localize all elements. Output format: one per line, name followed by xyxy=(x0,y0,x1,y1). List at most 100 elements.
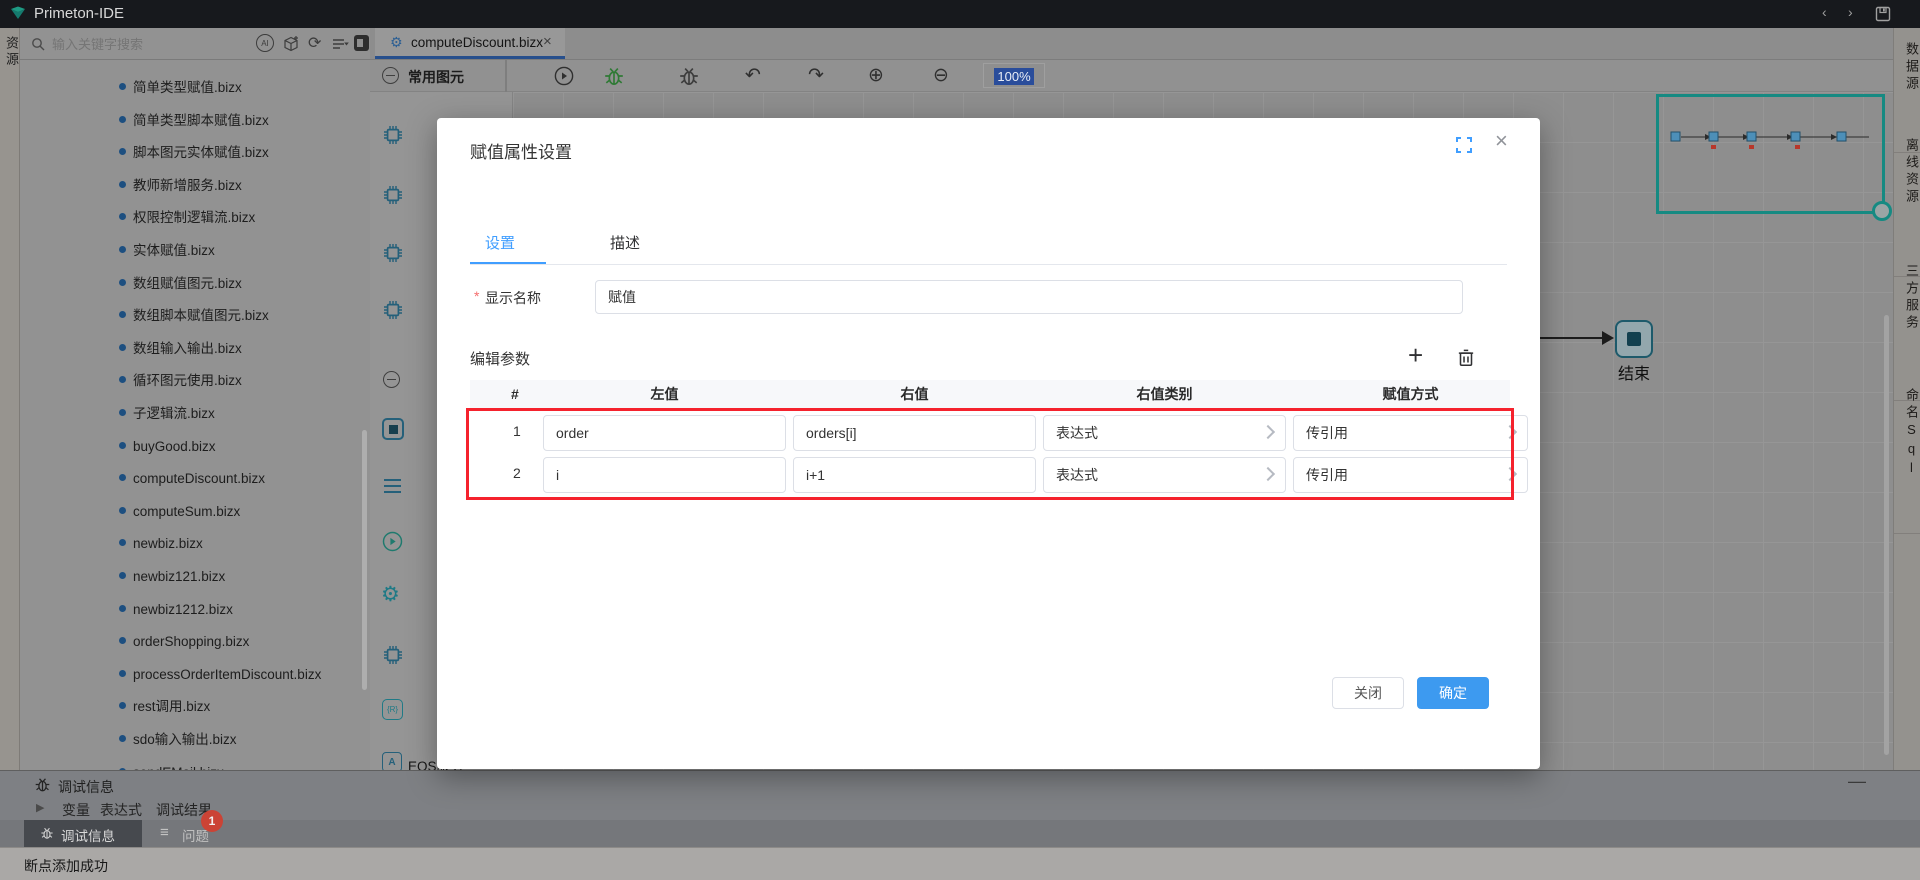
search-input[interactable] xyxy=(50,32,240,56)
nav-back-icon[interactable]: ‹ xyxy=(1822,4,1827,20)
file-bullet-icon xyxy=(119,376,126,384)
file-list-item[interactable]: 实体赋值.bizx xyxy=(20,238,370,264)
right-value-input[interactable] xyxy=(793,457,1036,493)
assignment-properties-dialog: 赋值属性设置 × 设置 描述 * 显示名称 编辑参数 + # 左值 右值 右值类… xyxy=(437,118,1540,769)
file-list-item[interactable]: 简单类型脚本赋值.bizx xyxy=(20,108,370,134)
left-value-input[interactable] xyxy=(543,457,786,493)
file-name: newbiz1212.bizx xyxy=(133,601,233,617)
fullscreen-icon[interactable] xyxy=(1455,136,1473,154)
eos-service-icon[interactable]: A xyxy=(382,752,402,772)
assign-mode-value: 传引用 xyxy=(1306,467,1348,483)
debug-play-icon[interactable]: ▶ xyxy=(36,801,44,814)
file-list-item[interactable]: newbiz.bizx xyxy=(20,531,370,557)
palette-end-element-icon[interactable] xyxy=(382,418,404,440)
file-list-item[interactable]: rest调用.bizx xyxy=(20,694,370,720)
activity-item-resources[interactable]: 资源 xyxy=(2,36,21,68)
file-list-item[interactable]: processOrderItemDiscount.bizx xyxy=(20,662,370,688)
end-node-glyph xyxy=(1627,332,1641,346)
dialog-tab-settings[interactable]: 设置 xyxy=(485,232,515,253)
notification-badge: 1 xyxy=(201,810,223,832)
palette-rest-element-icon[interactable]: {R} xyxy=(382,699,403,720)
file-list-item[interactable]: buyGood.bizx xyxy=(20,434,370,460)
rail-item-thirdparty-services[interactable]: 三方服务 xyxy=(1894,264,1920,332)
file-list-item[interactable]: 数组赋值图元.bizx xyxy=(20,271,370,297)
palette-lines-element-icon[interactable] xyxy=(382,476,404,498)
palette-gear-element-icon[interactable]: ⚙ xyxy=(381,582,400,607)
file-list-item[interactable]: computeSum.bizx xyxy=(20,499,370,525)
zoom-out-icon[interactable]: ⊖ xyxy=(933,60,949,92)
debug-panel-title: 调试信息 xyxy=(58,779,114,795)
selection-resize-handle[interactable] xyxy=(1872,201,1892,221)
file-list-item[interactable]: 简单类型赋值.bizx xyxy=(20,75,370,101)
rail-item-offline-resources[interactable]: 离线资源 xyxy=(1894,138,1920,206)
refresh-icon[interactable]: ⟳ xyxy=(308,33,321,53)
palette-element-icon-1[interactable] xyxy=(381,123,405,147)
debug-tool-expressions[interactable]: 表达式 xyxy=(100,800,142,820)
file-list-item[interactable]: 循环图元使用.bizx xyxy=(20,368,370,394)
dialog-tab-divider xyxy=(470,264,1507,265)
tab-debug-info[interactable]: 调试信息 xyxy=(24,820,142,847)
assign-mode-select[interactable]: 传引用 xyxy=(1293,457,1528,493)
right-value-input[interactable] xyxy=(793,415,1036,451)
flow-connector-arrowhead xyxy=(1602,331,1614,345)
file-bullet-icon xyxy=(119,637,126,645)
file-list-item[interactable]: newbiz121.bizx xyxy=(20,564,370,590)
left-value-input[interactable] xyxy=(543,415,786,451)
end-node[interactable] xyxy=(1615,320,1653,358)
canvas-scrollbar[interactable] xyxy=(1884,315,1889,755)
sort-filter-icon[interactable] xyxy=(331,35,349,53)
debug-tab-label: 调试信息 xyxy=(61,829,115,844)
nav-forward-icon[interactable]: › xyxy=(1848,4,1853,20)
flow-connector xyxy=(1532,337,1604,339)
right-type-select[interactable]: 表达式 xyxy=(1043,415,1286,451)
file-list-item[interactable]: sendEMail.bizx xyxy=(20,760,370,770)
delete-row-icon[interactable] xyxy=(1455,346,1477,368)
file-list-item[interactable]: computeDiscount.bizx xyxy=(20,466,370,492)
palette-element-icon-5[interactable] xyxy=(381,643,405,667)
close-button[interactable]: 关闭 xyxy=(1332,677,1404,709)
zoom-level-box[interactable]: 100% xyxy=(983,63,1045,88)
file-list-item[interactable]: 子逻辑流.bizx xyxy=(20,401,370,427)
right-type-select[interactable]: 表达式 xyxy=(1043,457,1286,493)
zoom-in-icon[interactable]: ⊕ xyxy=(868,60,884,92)
rail-item-named-sql[interactable]: 命名Sql xyxy=(1894,388,1920,479)
palette-collapse-icon[interactable] xyxy=(382,67,399,84)
add-row-icon[interactable]: + xyxy=(1408,340,1423,371)
file-list-item[interactable]: newbiz1212.bizx xyxy=(20,597,370,623)
debug-stop-icon[interactable] xyxy=(678,65,700,87)
sidebar-scrollbar[interactable] xyxy=(362,430,367,690)
file-list-item[interactable]: 脚本图元实体赋值.bizx xyxy=(20,140,370,166)
tab-close-icon[interactable]: × xyxy=(543,33,552,50)
debug-tool-variables[interactable]: 变量 xyxy=(62,800,90,820)
assign-mode-select[interactable]: 传引用 xyxy=(1293,415,1528,451)
dialog-title: 赋值属性设置 xyxy=(470,143,572,162)
file-list-item[interactable]: 教师新增服务.bizx xyxy=(20,173,370,199)
file-list-item[interactable]: 权限控制逻辑流.bizx xyxy=(20,205,370,231)
save-icon[interactable] xyxy=(1874,5,1892,23)
palette-element-icon-4[interactable] xyxy=(381,298,405,322)
redo-icon[interactable]: ↷ xyxy=(808,60,824,92)
new-resource-icon[interactable] xyxy=(282,35,300,53)
tab-computediscount[interactable]: ⚙ computeDiscount.bizx × xyxy=(375,28,565,59)
collapse-panel-icon[interactable] xyxy=(354,35,369,51)
ai-search-icon[interactable]: AI xyxy=(256,34,274,52)
file-list-item[interactable]: orderShopping.bizx xyxy=(20,629,370,655)
file-list-item[interactable]: 数组输入输出.bizx xyxy=(20,336,370,362)
dialog-tab-description[interactable]: 描述 xyxy=(610,232,640,253)
palette-play-element-icon[interactable] xyxy=(381,530,404,553)
palette-element-icon-2[interactable] xyxy=(381,183,405,207)
confirm-button[interactable]: 确定 xyxy=(1417,677,1489,709)
undo-icon[interactable]: ↶ xyxy=(745,60,761,92)
minimize-panel-icon[interactable]: — xyxy=(1848,771,1866,792)
debug-run-icon[interactable] xyxy=(603,65,625,87)
palette-element-icon-3[interactable] xyxy=(381,241,405,265)
run-icon[interactable] xyxy=(553,65,575,87)
display-name-input[interactable] xyxy=(595,280,1463,314)
file-list-item[interactable]: sdo输入输出.bizx xyxy=(20,727,370,753)
file-list-item[interactable]: 数组脚本赋值图元.bizx xyxy=(20,303,370,329)
rail-item-datasource[interactable]: 数据源 xyxy=(1894,42,1920,93)
selection-rectangle[interactable] xyxy=(1656,94,1892,221)
palette-section-collapse-icon[interactable] xyxy=(383,371,400,388)
dialog-close-icon[interactable]: × xyxy=(1495,128,1508,154)
activity-bar: 资源 xyxy=(0,28,20,770)
